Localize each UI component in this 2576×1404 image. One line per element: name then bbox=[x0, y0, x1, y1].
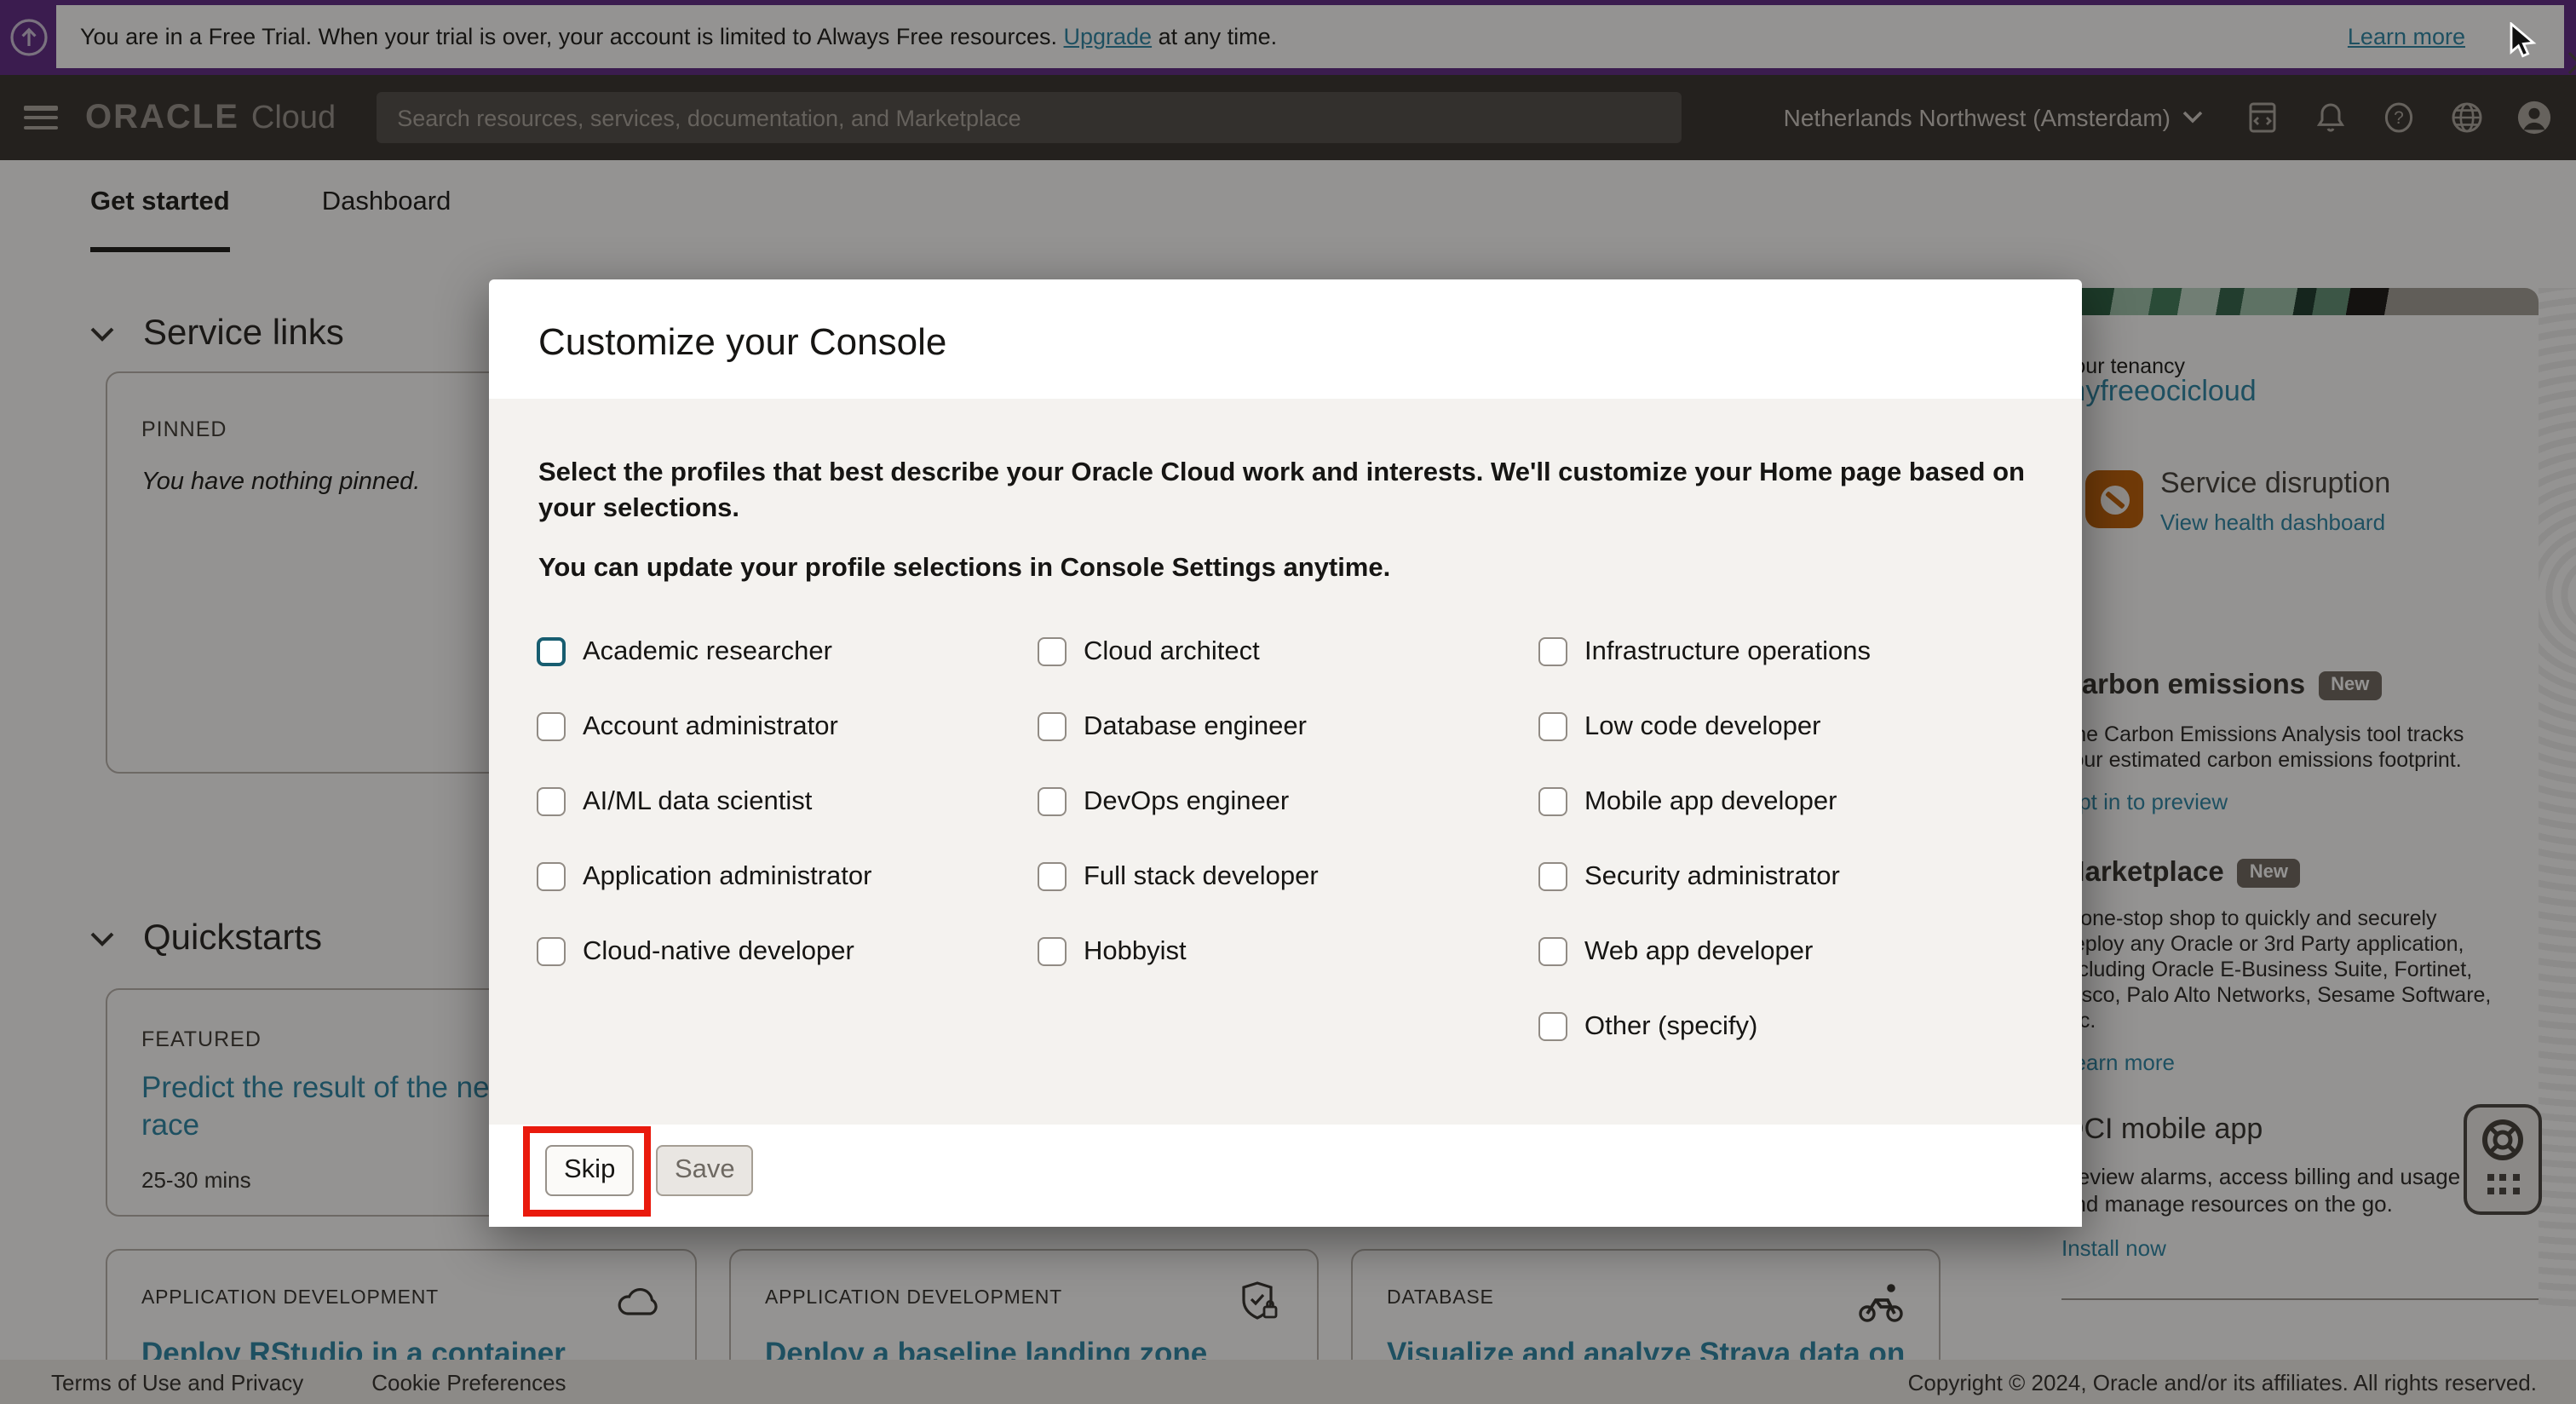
checkbox-cloud-native-developer[interactable] bbox=[537, 937, 566, 966]
checkbox-web-app-developer[interactable] bbox=[1538, 937, 1567, 966]
checkbox-low-code-developer[interactable] bbox=[1538, 712, 1567, 741]
profile-option[interactable]: Cloud-native developer bbox=[537, 937, 871, 966]
checkbox-label: Account administrator bbox=[583, 711, 838, 742]
profile-option[interactable]: Database engineer bbox=[1038, 712, 1319, 741]
checkbox-devops-engineer[interactable] bbox=[1038, 787, 1067, 816]
profile-option[interactable]: Cloud architect bbox=[1038, 637, 1319, 666]
profile-option[interactable]: Account administrator bbox=[537, 712, 871, 741]
annotation-highlight-box bbox=[523, 1126, 651, 1217]
oracle-cloud-console: You are in a Free Trial. When your trial… bbox=[0, 0, 2576, 1404]
modal-note-text: You can update your profile selections i… bbox=[538, 554, 2085, 584]
checkbox-label: DevOps engineer bbox=[1084, 786, 1289, 817]
checkbox-cloud-architect[interactable] bbox=[1038, 637, 1067, 666]
checkbox-academic-researcher[interactable] bbox=[537, 637, 566, 666]
checkbox-label: Application administrator bbox=[583, 861, 871, 892]
save-button[interactable]: Save bbox=[656, 1145, 754, 1196]
profile-option[interactable]: Application administrator bbox=[537, 862, 871, 891]
checkbox-other-specify[interactable] bbox=[1538, 1012, 1567, 1041]
checkbox-security-administrator[interactable] bbox=[1538, 862, 1567, 891]
checkbox-hobbyist[interactable] bbox=[1038, 937, 1067, 966]
checkbox-label: Database engineer bbox=[1084, 711, 1307, 742]
checkbox-label: Security administrator bbox=[1584, 861, 1840, 892]
mouse-cursor bbox=[2508, 22, 2542, 60]
profile-column-3: Infrastructure operations Low code devel… bbox=[1538, 637, 1871, 1087]
modal-footer: Skip Save bbox=[489, 1125, 2082, 1227]
checkbox-label: Web app developer bbox=[1584, 936, 1813, 967]
profile-option[interactable]: Academic researcher bbox=[537, 637, 871, 666]
checkbox-application-administrator[interactable] bbox=[537, 862, 566, 891]
modal-body: Select the profiles that best describe y… bbox=[489, 399, 2082, 1125]
checkbox-full-stack-developer[interactable] bbox=[1038, 862, 1067, 891]
checkbox-label: Academic researcher bbox=[583, 636, 832, 667]
checkbox-label: Low code developer bbox=[1584, 711, 1821, 742]
modal-title: Customize your Console bbox=[538, 320, 946, 365]
profile-option[interactable]: Mobile app developer bbox=[1538, 787, 1871, 816]
checkbox-mobile-app-developer[interactable] bbox=[1538, 787, 1567, 816]
profile-option[interactable]: Web app developer bbox=[1538, 937, 1871, 966]
checkbox-label: Infrastructure operations bbox=[1584, 636, 1871, 667]
checkbox-label: AI/ML data scientist bbox=[583, 786, 812, 817]
profile-option[interactable]: Security administrator bbox=[1538, 862, 1871, 891]
modal-intro-text: Select the profiles that best describe y… bbox=[538, 457, 2085, 526]
profile-option[interactable]: Infrastructure operations bbox=[1538, 637, 1871, 666]
profile-option[interactable]: Hobbyist bbox=[1038, 937, 1319, 966]
checkbox-label: Cloud-native developer bbox=[583, 936, 854, 967]
profile-option[interactable]: Other (specify) bbox=[1538, 1012, 1871, 1041]
checkbox-infrastructure-operations[interactable] bbox=[1538, 637, 1567, 666]
customize-console-modal: Customize your Console Select the profil… bbox=[489, 279, 2082, 1227]
profile-option[interactable]: DevOps engineer bbox=[1038, 787, 1319, 816]
profile-option[interactable]: Full stack developer bbox=[1038, 862, 1319, 891]
checkbox-label: Mobile app developer bbox=[1584, 786, 1837, 817]
profile-option[interactable]: Low code developer bbox=[1538, 712, 1871, 741]
checkbox-label: Other (specify) bbox=[1584, 1011, 1757, 1042]
checkbox-aiml-data-scientist[interactable] bbox=[537, 787, 566, 816]
profile-column-2: Cloud architect Database engineer DevOps… bbox=[1038, 637, 1319, 1012]
profile-column-1: Academic researcher Account administrato… bbox=[537, 637, 871, 1012]
checkbox-database-engineer[interactable] bbox=[1038, 712, 1067, 741]
checkbox-label: Full stack developer bbox=[1084, 861, 1319, 892]
profile-option[interactable]: AI/ML data scientist bbox=[537, 787, 871, 816]
checkbox-label: Cloud architect bbox=[1084, 636, 1260, 667]
checkbox-label: Hobbyist bbox=[1084, 936, 1187, 967]
checkbox-account-administrator[interactable] bbox=[537, 712, 566, 741]
